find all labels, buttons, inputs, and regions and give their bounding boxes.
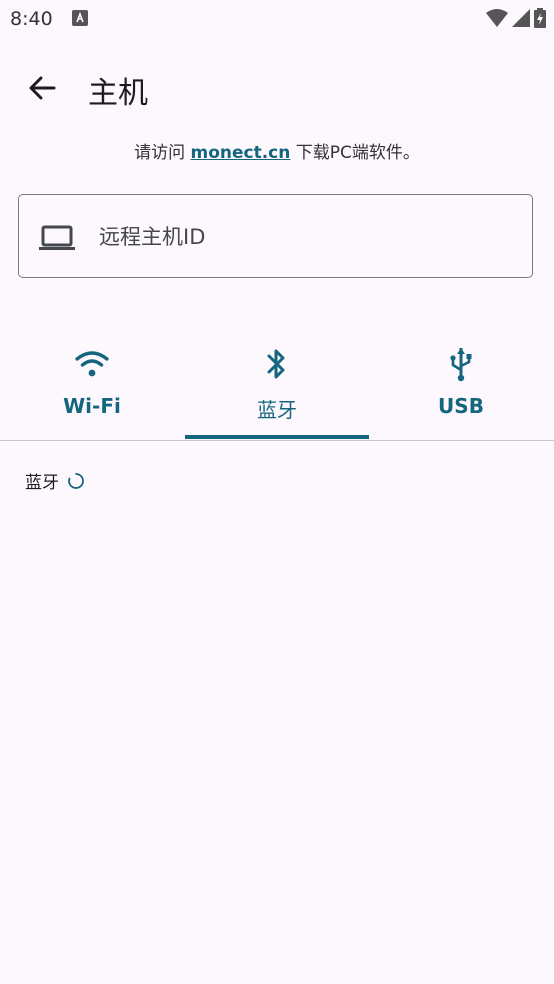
tab-bluetooth-label: 蓝牙 (257, 398, 297, 422)
bluetooth-section-header: 蓝牙 (25, 468, 85, 493)
app-bar: 主机 (0, 56, 554, 120)
tab-usb-label: USB (438, 394, 484, 418)
download-hint: 请访问 monect.cn 下载PC端软件。 (0, 138, 554, 163)
bluetooth-section-title: 蓝牙 (25, 473, 59, 493)
tab-bluetooth[interactable]: 蓝牙 (185, 330, 369, 438)
notification-a-icon (72, 10, 88, 26)
tab-usb[interactable]: USB (369, 330, 553, 438)
download-hint-prefix: 请访问 (134, 143, 191, 163)
remote-host-id-input[interactable] (97, 213, 511, 261)
cell-signal-icon (512, 9, 530, 27)
active-tab-indicator (185, 435, 369, 439)
connection-tabs: Wi-Fi 蓝牙 USB (0, 330, 554, 441)
wifi-icon (75, 351, 109, 377)
page-title: 主机 (88, 76, 148, 111)
remote-host-id-field[interactable] (18, 194, 533, 278)
bluetooth-icon (267, 349, 285, 379)
wifi-signal-icon (486, 9, 508, 27)
arrow-back-icon (29, 76, 56, 100)
status-time: 8:40 (10, 8, 53, 30)
status-bar: 8:40 (0, 0, 554, 38)
back-button[interactable] (22, 70, 62, 106)
monect-link[interactable]: monect.cn (191, 143, 291, 163)
tab-wifi[interactable]: Wi-Fi (0, 330, 184, 438)
download-hint-suffix: 下载PC端软件。 (290, 143, 420, 163)
status-icons (486, 8, 546, 28)
usb-icon (450, 348, 472, 382)
laptop-icon (39, 225, 75, 250)
battery-charging-icon (534, 8, 546, 28)
loading-spinner-icon (68, 472, 84, 489)
tab-wifi-label: Wi-Fi (63, 394, 121, 418)
